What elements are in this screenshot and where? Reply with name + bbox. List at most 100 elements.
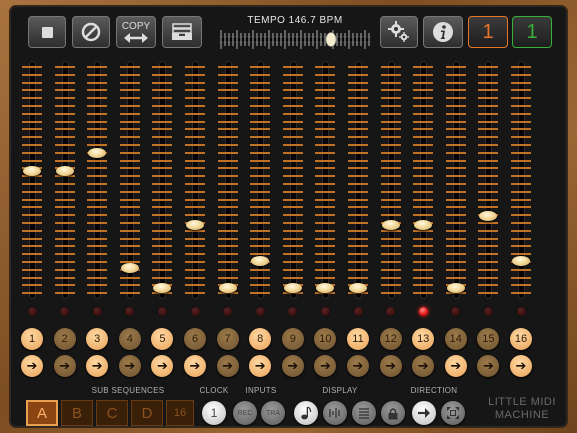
step-direction-button-1[interactable]: ➔ [21, 355, 43, 377]
slider-tick [54, 105, 75, 107]
slider-knob[interactable] [55, 165, 74, 176]
slider-knob[interactable] [23, 165, 41, 176]
step-led-4 [125, 307, 135, 316]
slider-tick [348, 73, 368, 76]
step-slider-3[interactable] [87, 62, 108, 298]
step-button-13[interactable]: 13 [412, 328, 435, 350]
step-slider-12[interactable] [380, 62, 401, 298]
step-button-16[interactable]: 16 [510, 328, 532, 350]
direction-random-button[interactable] [441, 401, 465, 425]
sub-length-button[interactable]: 16 [166, 400, 194, 426]
step-button-11[interactable]: 11 [347, 328, 369, 350]
step-direction-button-15[interactable]: ➔ [477, 355, 500, 377]
sub-sequence-button-b[interactable]: B [61, 400, 93, 426]
clock-button[interactable]: 1 [202, 401, 226, 425]
slider-knob[interactable] [88, 147, 107, 158]
step-slider-8[interactable] [250, 62, 271, 298]
sub-sequence-button-a[interactable]: A [26, 400, 58, 426]
step-direction-button-9[interactable]: ➔ [281, 355, 304, 377]
step-slider-10[interactable] [315, 62, 336, 298]
channel-b-button[interactable]: 1 [512, 16, 552, 48]
step-button-6[interactable]: 6 [184, 328, 206, 350]
slider-tick [250, 136, 271, 139]
slider-knob[interactable] [479, 211, 498, 222]
tempo-slider[interactable] [218, 28, 372, 50]
slider-tick [348, 151, 368, 154]
sub-sequence-button-c[interactable]: C [96, 400, 128, 426]
display-lines-button[interactable] [352, 401, 376, 425]
step-direction-button-8[interactable]: ➔ [249, 355, 272, 377]
slider-knob[interactable] [120, 263, 139, 274]
slider-tick [185, 268, 205, 271]
step-button-10[interactable]: 10 [314, 328, 337, 350]
slider-tick [250, 292, 271, 295]
step-slider-14[interactable] [445, 62, 466, 298]
display-velocity-button[interactable] [323, 401, 347, 425]
info-button[interactable] [423, 16, 463, 48]
clear-button[interactable] [72, 16, 110, 48]
step-button-3[interactable]: 3 [86, 328, 109, 350]
step-direction-button-16[interactable]: ➔ [510, 355, 532, 377]
slider-tick [445, 89, 466, 92]
step-direction-button-12[interactable]: ➔ [379, 355, 402, 377]
step-button-12[interactable]: 12 [379, 328, 402, 350]
sub-sequence-button-d[interactable]: D [131, 400, 163, 426]
step-direction-button-3[interactable]: ➔ [86, 355, 109, 377]
step-direction-button-4[interactable]: ➔ [118, 355, 141, 377]
step-direction-button-13[interactable]: ➔ [412, 355, 435, 377]
step-button-15[interactable]: 15 [477, 328, 500, 350]
slider-tick [315, 222, 336, 224]
step-slider-5[interactable] [152, 62, 173, 298]
input-tra-button[interactable]: TRA [261, 401, 285, 425]
step-slider-1[interactable] [22, 62, 42, 298]
step-direction-button-5[interactable]: ➔ [151, 355, 174, 377]
slider-tick [445, 222, 466, 224]
step-direction-button-2[interactable]: ➔ [53, 355, 76, 377]
step-slider-11[interactable] [348, 62, 368, 298]
step-slider-6[interactable] [185, 62, 205, 298]
slider-tick [185, 183, 205, 185]
display-lock-button[interactable] [381, 401, 405, 425]
step-button-7[interactable]: 7 [216, 328, 239, 350]
step-button-1[interactable]: 1 [21, 328, 43, 350]
step-button-8[interactable]: 8 [249, 328, 272, 350]
channel-a-button[interactable]: 1 [468, 16, 508, 48]
stop-button[interactable] [28, 16, 66, 48]
slider-tick [282, 159, 303, 162]
slider-knob[interactable] [512, 256, 530, 267]
tempo-knob[interactable] [325, 32, 337, 47]
step-slider-15[interactable] [478, 62, 499, 298]
step-button-9[interactable]: 9 [281, 328, 304, 350]
slider-knob[interactable] [381, 220, 400, 231]
input-rec-button[interactable]: REC [233, 401, 257, 425]
storage-button[interactable] [162, 16, 202, 48]
step-slider-13[interactable] [413, 62, 434, 298]
step-slider-7[interactable] [217, 62, 238, 298]
settings-button[interactable] [380, 16, 418, 48]
slider-knob[interactable] [251, 256, 270, 267]
step-slider-2[interactable] [54, 62, 75, 298]
slider-knob[interactable] [186, 220, 204, 231]
step-direction-button-7[interactable]: ➔ [216, 355, 239, 377]
step-button-2[interactable]: 2 [53, 328, 76, 350]
display-note-button[interactable] [294, 401, 318, 425]
slider-tick [413, 237, 434, 240]
slider-tick [22, 151, 42, 154]
step-direction-button-11[interactable]: ➔ [347, 355, 369, 377]
step-direction-button-10[interactable]: ➔ [314, 355, 337, 377]
step-slider-16[interactable] [511, 62, 531, 298]
copy-button[interactable]: COPY [116, 16, 156, 48]
step-slider-4[interactable] [119, 62, 140, 298]
step-slider-9[interactable] [282, 62, 303, 298]
step-direction-button-6[interactable]: ➔ [184, 355, 206, 377]
step-direction-button-14[interactable]: ➔ [444, 355, 467, 377]
slider-tick [511, 151, 531, 154]
slider-tick [22, 206, 42, 209]
slider-knob[interactable] [414, 220, 433, 231]
slider-tick [282, 183, 303, 185]
step-button-5[interactable]: 5 [151, 328, 174, 350]
step-button-4[interactable]: 4 [118, 328, 141, 350]
slider-tick [478, 120, 499, 123]
direction-forward-button[interactable] [412, 401, 436, 425]
step-button-14[interactable]: 14 [444, 328, 467, 350]
